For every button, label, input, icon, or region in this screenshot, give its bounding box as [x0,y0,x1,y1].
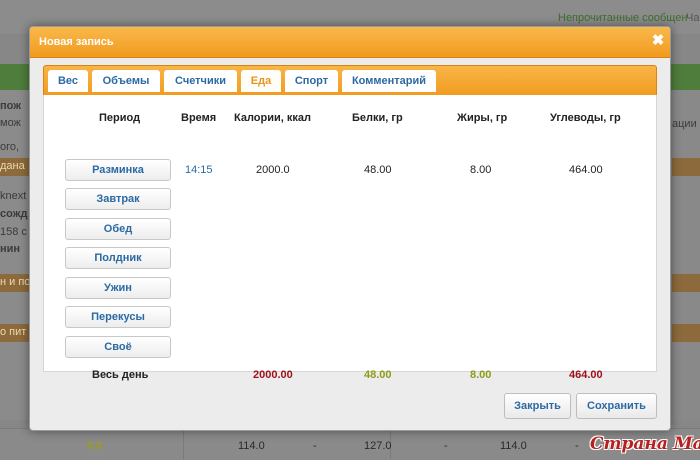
period-button-lunch[interactable]: Обед [65,218,171,240]
background-bottom-value: 114.0 [238,440,265,452]
background-fragment: сожд [0,208,28,220]
background-orange-strip [672,324,700,342]
header-protein: Белки, гр [352,112,403,124]
header-calories: Калории, ккал [234,112,311,124]
background-grid-line [183,428,184,459]
site-watermark: Страна Мам [590,434,700,454]
unread-messages-link: Непрочитанные сообщен [558,12,688,24]
header-time: Время [181,112,217,124]
period-button-custom[interactable]: Своё [65,336,171,358]
background-orange-strip [672,274,700,292]
period-button-breakfast[interactable]: Завтрак [65,188,171,210]
tab-measurements[interactable]: Объемы [92,70,160,92]
background-bottom-value: 127.0 [364,440,392,452]
background-bottom-value: 0.0 [87,440,103,452]
period-button-snacks[interactable]: Перекусы [65,306,171,328]
row-time[interactable]: 14:15 [185,164,213,176]
background-fragment: дана [0,160,25,172]
background-bottom-value: - [313,440,317,452]
background-bottom-value: - [575,440,579,452]
background-right-column [672,90,700,420]
close-icon[interactable]: ✖ [650,33,666,49]
period-button-afternoon-snack[interactable]: Полдник [65,247,171,269]
dialog-header: Новая запись ✖ [30,27,670,58]
background-bottom-value: 114.0 [500,440,527,452]
row-protein: 48.00 [364,164,392,176]
total-label: Весь день [92,369,149,381]
background-orange-strip [672,158,700,176]
background-left-column [0,90,30,420]
row-carbs: 464.00 [569,164,603,176]
background-fragment: ации [672,118,697,130]
tab-comment[interactable]: Комментарий [342,70,436,92]
chat-link: Ча [686,12,700,24]
tab-sport[interactable]: Спорт [285,70,338,92]
close-button[interactable]: Закрыть [504,393,571,419]
total-protein: 48.00 [364,369,392,381]
background-bottom-value: - [444,440,448,452]
tab-counters[interactable]: Счетчики [164,70,237,92]
background-fragment: н и по [0,276,31,288]
dialog-title: Новая запись [39,36,114,48]
background-fragment: нин [0,243,21,255]
background-fragment: ого, [0,141,20,153]
row-calories: 2000.0 [256,164,290,176]
background-fragment: о пит [0,326,27,338]
period-button-dinner[interactable]: Ужин [65,277,171,299]
header-carbs: Углеводы, гр [550,112,621,124]
save-button[interactable]: Сохранить [576,393,657,419]
background-fragment: 158 с [0,226,27,238]
tab-food[interactable]: Еда [241,70,281,92]
period-button-warmup[interactable]: Разминка [65,159,171,181]
row-fat: 8.00 [470,164,492,176]
tab-bar: Вес Объемы Счетчики Еда Спорт Комментари… [43,65,657,97]
background-fragment: мож [0,117,21,129]
total-fat: 8.00 [470,369,492,381]
header-fat: Жиры, гр [457,112,508,124]
header-period: Период [99,112,141,124]
total-carbs: 464.00 [569,369,603,381]
total-calories: 2000.00 [253,369,293,381]
new-entry-dialog: Новая запись ✖ Вес Объемы Счетчики Еда С… [29,26,671,431]
food-panel: Период Время Калории, ккал Белки, гр Жир… [43,95,657,381]
background-fragment: knext [0,190,27,202]
tab-weight[interactable]: Вес [48,70,88,92]
background-fragment: пож [0,100,22,112]
